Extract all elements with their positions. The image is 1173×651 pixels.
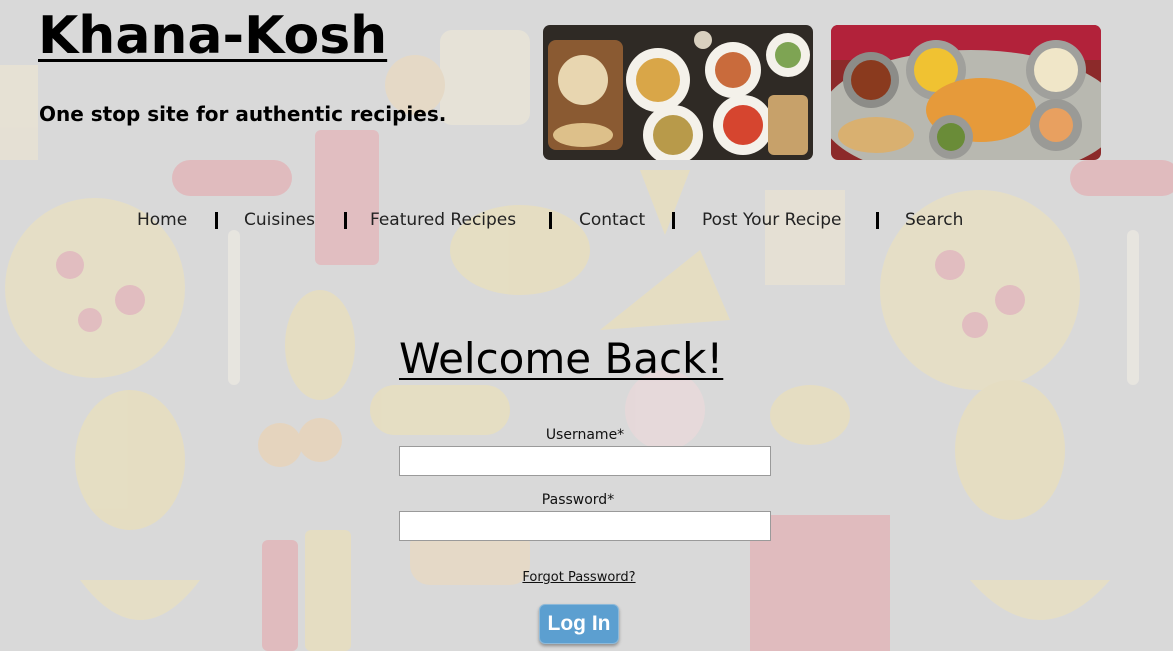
nav-search[interactable]: Search bbox=[905, 210, 963, 230]
nav-contact[interactable]: Contact bbox=[579, 210, 645, 230]
login-button[interactable]: Log In bbox=[539, 604, 619, 644]
site-tagline: One stop site for authentic recipies. bbox=[39, 102, 447, 126]
nav-post-your-recipe[interactable]: Post Your Recipe bbox=[702, 210, 842, 230]
nav-divider bbox=[876, 212, 879, 229]
nav-divider bbox=[344, 212, 347, 229]
username-input[interactable] bbox=[399, 446, 771, 476]
nav-divider bbox=[549, 212, 552, 229]
nav-divider bbox=[215, 212, 218, 229]
food-platter-photo bbox=[543, 25, 813, 160]
nav-cuisines[interactable]: Cuisines bbox=[244, 210, 315, 230]
site-title[interactable]: Khana-Kosh bbox=[38, 6, 387, 66]
username-label: Username* bbox=[545, 427, 625, 443]
indian-thali-photo bbox=[831, 25, 1101, 160]
login-heading: Welcome Back! bbox=[399, 334, 724, 383]
password-input[interactable] bbox=[399, 511, 771, 541]
nav-divider bbox=[672, 212, 675, 229]
nav-home[interactable]: Home bbox=[137, 210, 187, 230]
password-label: Password* bbox=[541, 492, 615, 508]
forgot-password-link[interactable]: Forgot Password? bbox=[399, 570, 759, 585]
nav-featured-recipes[interactable]: Featured Recipes bbox=[370, 210, 516, 230]
